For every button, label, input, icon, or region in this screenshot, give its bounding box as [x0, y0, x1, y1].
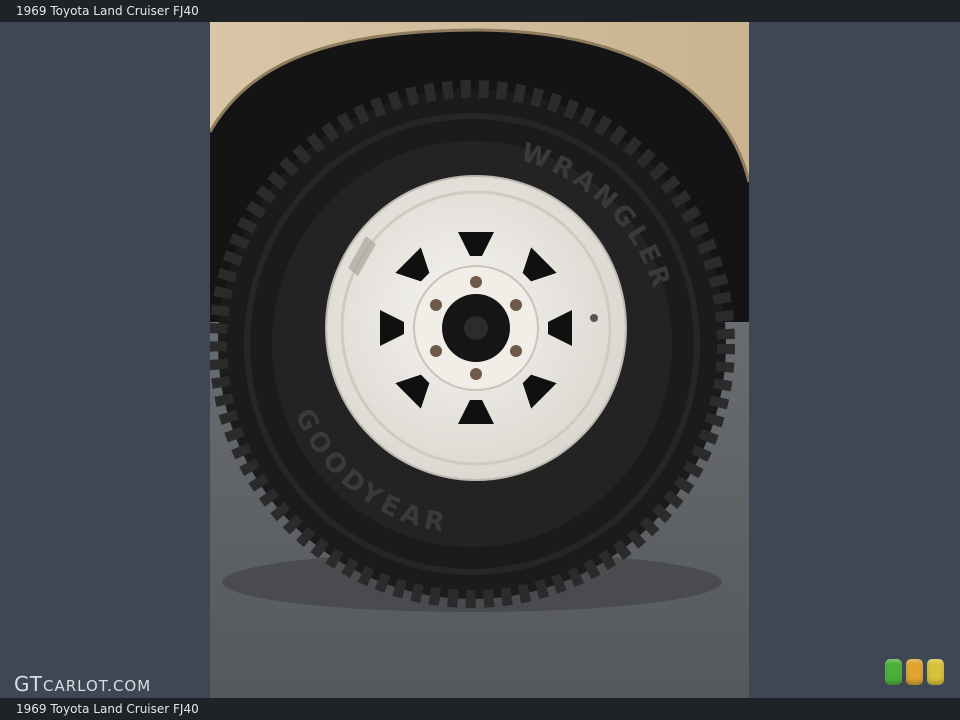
gallery-title: 1969 Toyota Land Cruiser FJ40 [16, 4, 199, 18]
watermark-rest: CARLOT.COM [43, 677, 152, 695]
wheel-photo-svg: WRANGLER GOODYEAR [210, 22, 749, 698]
left-panel [0, 22, 210, 698]
wheel-rim [325, 175, 627, 481]
green-light-icon [885, 659, 902, 685]
photo-caption: 1969 Toyota Land Cruiser FJ40 [16, 702, 199, 716]
right-panel [749, 22, 960, 698]
watermark-main: GT [14, 672, 44, 696]
orange-light-icon [906, 659, 923, 685]
gallery-title-bar: 1969 Toyota Land Cruiser FJ40 [0, 0, 960, 22]
vehicle-photo[interactable]: WRANGLER GOODYEAR [210, 22, 749, 698]
gtcarlot-watermark: GTCARLOT.COM [14, 672, 151, 696]
tire: WRANGLER GOODYEAR [210, 80, 735, 608]
photo-caption-bar: 1969 Toyota Land Cruiser FJ40 [0, 698, 960, 720]
yellow-light-icon [927, 659, 944, 685]
status-lights [885, 659, 944, 685]
